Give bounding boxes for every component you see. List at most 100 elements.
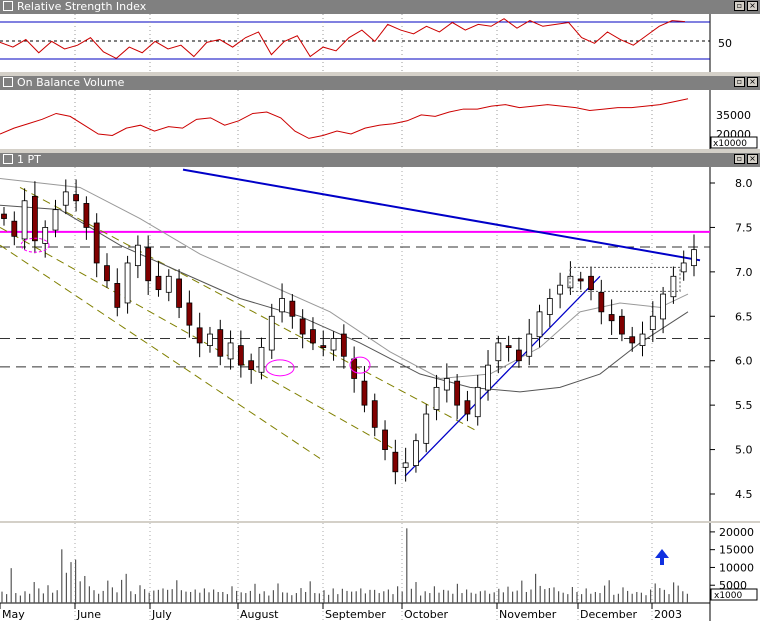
month-label: May [2, 608, 25, 621]
candle-body [351, 358, 358, 379]
month-label: November [499, 608, 557, 621]
candle-body [546, 298, 553, 315]
price-plot-area [0, 167, 710, 521]
candle-body [516, 349, 522, 362]
candle-body [83, 203, 90, 228]
month-label: August [240, 608, 279, 621]
candle-body [93, 222, 100, 264]
candle-body [536, 311, 543, 338]
candle-body [691, 249, 697, 267]
volume-multiplier: x1000 [714, 591, 743, 601]
price-tick-label: 4.5 [735, 488, 753, 501]
obv-chart: 35000 20000 x10000 [0, 90, 758, 149]
candle-body [165, 275, 172, 293]
obv-panel: On Balance Volume ▫ × 35000 20000 x10000 [0, 76, 760, 149]
candle-body [52, 209, 59, 231]
obv-tick-35000: 35000 [716, 109, 751, 122]
rsi-chart: 50 [0, 14, 732, 72]
candle-body [433, 386, 440, 410]
candle-body [443, 378, 450, 391]
candle-body [279, 298, 285, 313]
candle-body [577, 278, 584, 282]
candle-body [320, 345, 327, 349]
candle-body [310, 329, 316, 344]
candle-body [237, 345, 244, 366]
month-label: October [404, 608, 448, 621]
candle-body [217, 329, 224, 357]
candle-body [371, 400, 378, 428]
price-tick-label: 8.0 [735, 177, 753, 190]
candle-body [608, 314, 615, 322]
candle-body [413, 440, 419, 466]
volume-tick-label: 15000 [719, 544, 754, 557]
candle-body [598, 291, 605, 313]
candle-body [454, 380, 461, 406]
candle-body [176, 278, 182, 308]
obv-multiplier: x10000 [713, 139, 747, 149]
candle-body [114, 283, 121, 308]
month-label: July [151, 608, 172, 621]
price-tick-label: 5.0 [735, 444, 753, 457]
candle-body [289, 300, 296, 317]
price-tick-label: 7.0 [735, 266, 753, 279]
candle-body [299, 318, 306, 335]
candle-body [21, 200, 28, 240]
candle-body [340, 333, 347, 357]
candle-body [73, 194, 79, 202]
candle-body [382, 429, 388, 450]
candle-body [330, 338, 337, 351]
candle-body [423, 413, 430, 444]
rsi-tick-50: 50 [718, 37, 732, 50]
volume-plot-area [0, 523, 710, 621]
candle-body [557, 284, 564, 295]
volume-tick-label: 10000 [719, 561, 754, 574]
rsi-panel: Relative Strength Index ▫ × 50 [0, 0, 760, 72]
candle-body [402, 462, 409, 468]
candle-body [145, 247, 152, 282]
price-tick-label: 7.5 [735, 221, 753, 234]
candle-body [104, 265, 110, 282]
month-label: June [76, 608, 101, 621]
candle-body [588, 275, 594, 291]
candle-body [31, 195, 38, 242]
candle-body [619, 315, 625, 335]
candle-body [526, 333, 533, 357]
candle-body [62, 191, 69, 206]
candle-body [207, 333, 213, 347]
candle-body [629, 336, 636, 344]
rsi-plot-area [0, 14, 710, 72]
month-label: September [325, 608, 386, 621]
price-panel: 1 PT ▫ × 8.0 7.5 7.0 6.5 6.0 5.5 5.0 4.5 [0, 153, 760, 521]
candle-body [495, 342, 502, 362]
candle-body [155, 275, 162, 291]
candle-body [134, 244, 141, 267]
volume-tick-label: 20000 [719, 526, 754, 539]
candle-body [227, 342, 234, 360]
obv-plot-area [0, 90, 710, 149]
volume-tick-label: 5000 [719, 579, 747, 592]
candle-body [660, 293, 667, 320]
price-chart: 8.0 7.5 7.0 6.5 6.0 5.5 5.0 4.5 [0, 167, 753, 521]
volume-panel: x1000 20000 15000 10000 5000 May June July Augu… [0, 523, 760, 621]
candle-body [258, 346, 265, 373]
candle-body [670, 275, 677, 298]
candle-body [1, 213, 7, 219]
price-tick-label: 6.5 [735, 310, 753, 323]
candle-body [186, 302, 193, 326]
candle-body [639, 333, 646, 347]
candle-body [680, 262, 687, 273]
price-tick-label: 5.5 [735, 399, 753, 412]
candle-body [505, 345, 512, 349]
candle-body [649, 315, 656, 331]
volume-chart: x1000 20000 15000 10000 5000 May June July Augu… [0, 523, 758, 621]
month-label: 2003 [654, 608, 682, 621]
candle-body [248, 360, 255, 370]
month-label: December [580, 608, 638, 621]
candle-body [485, 364, 491, 391]
price-tick-label: 6.0 [735, 355, 753, 368]
candle-body [474, 386, 481, 418]
candle-body [361, 380, 368, 406]
candle-body [11, 220, 18, 237]
candle-body [196, 327, 203, 344]
candle-body [464, 400, 471, 415]
